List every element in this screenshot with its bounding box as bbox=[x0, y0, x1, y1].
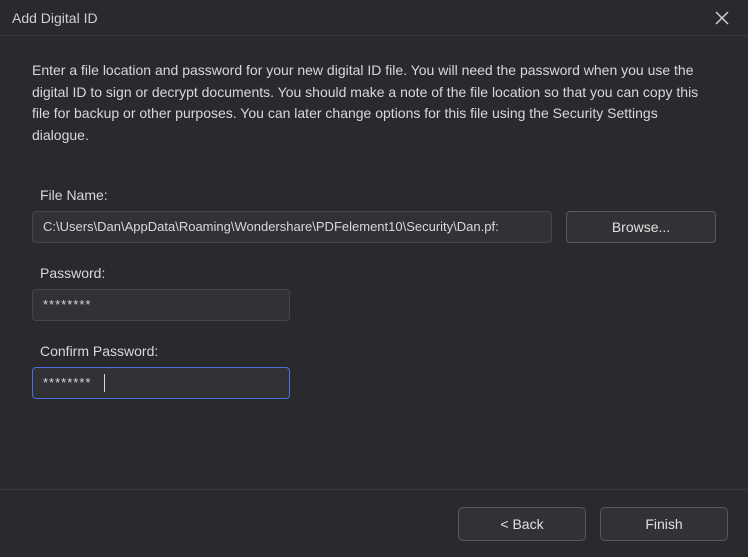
description-text: Enter a file location and password for y… bbox=[32, 60, 716, 147]
browse-button[interactable]: Browse... bbox=[566, 211, 716, 243]
back-button[interactable]: < Back bbox=[458, 507, 586, 541]
dialog-content: Enter a file location and password for y… bbox=[0, 36, 748, 399]
confirm-password-label: Confirm Password: bbox=[32, 343, 716, 359]
confirm-password-wrapper bbox=[32, 367, 290, 399]
filename-input[interactable] bbox=[32, 211, 552, 243]
close-button[interactable] bbox=[708, 4, 736, 32]
confirm-password-input[interactable] bbox=[32, 367, 290, 399]
window-title: Add Digital ID bbox=[12, 10, 98, 26]
text-cursor bbox=[104, 374, 105, 392]
confirm-password-field-group: Confirm Password: bbox=[32, 343, 716, 399]
password-input[interactable] bbox=[32, 289, 290, 321]
filename-row: Browse... bbox=[32, 211, 716, 243]
titlebar: Add Digital ID bbox=[0, 0, 748, 36]
dialog-footer: < Back Finish bbox=[0, 489, 748, 557]
close-icon bbox=[715, 11, 729, 25]
finish-button[interactable]: Finish bbox=[600, 507, 728, 541]
password-label: Password: bbox=[32, 265, 716, 281]
filename-label: File Name: bbox=[32, 187, 716, 203]
filename-field-group: File Name: Browse... bbox=[32, 187, 716, 243]
password-field-group: Password: bbox=[32, 265, 716, 321]
